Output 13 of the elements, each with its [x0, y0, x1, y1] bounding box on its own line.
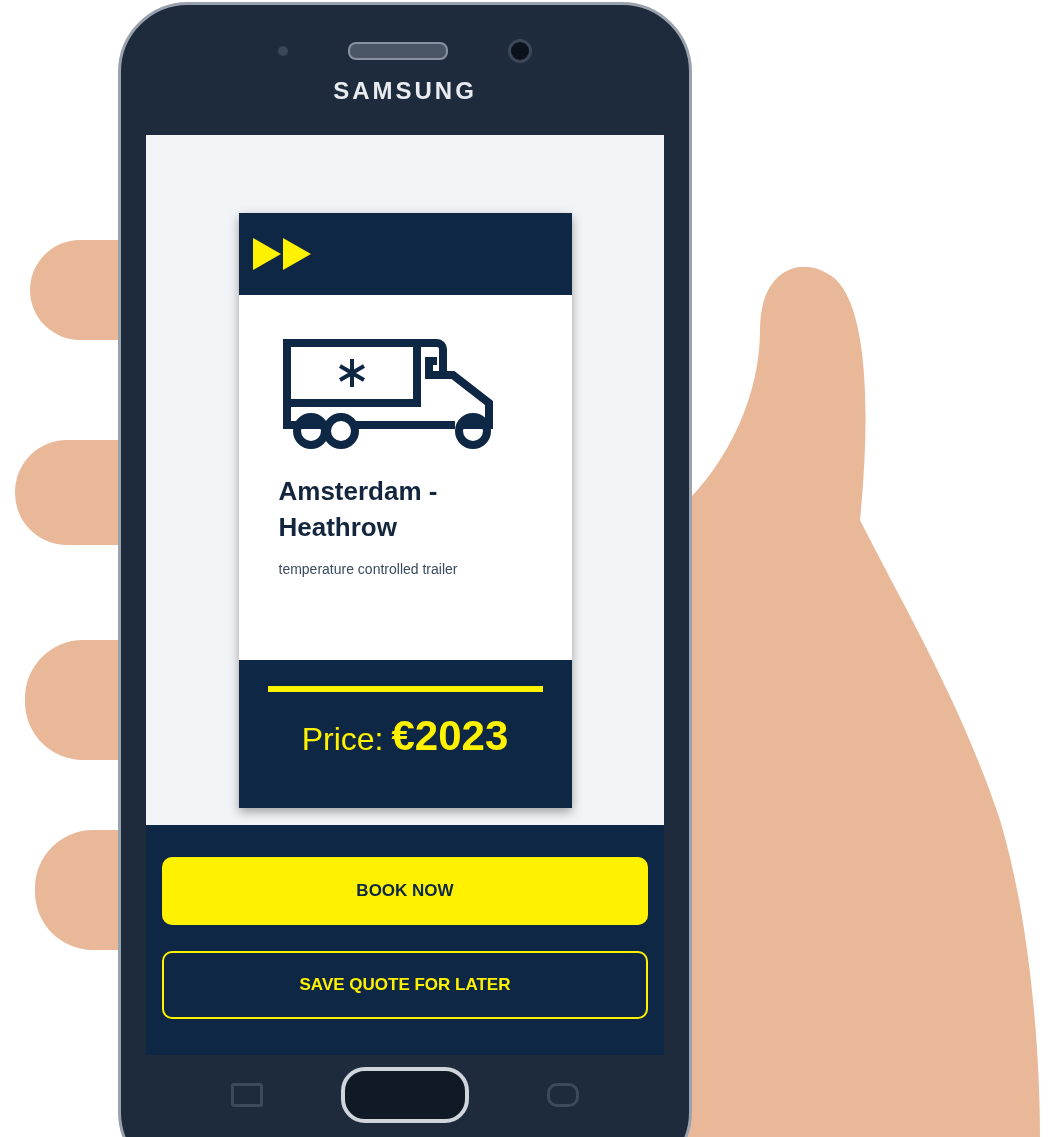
price-value: €2023: [391, 712, 509, 760]
trailer-description: temperature controlled trailer: [278, 560, 459, 579]
save-quote-button[interactable]: SAVE QUOTE FOR LATER: [162, 951, 648, 1019]
price-label: Price:: [301, 721, 384, 758]
camera-icon: [508, 39, 532, 63]
book-now-button[interactable]: BOOK NOW: [162, 857, 648, 925]
recent-apps-icon: [231, 1083, 263, 1107]
home-button[interactable]: [341, 1067, 469, 1123]
route-title: Amsterdam - Heathrow: [278, 475, 439, 544]
speaker-icon: [348, 42, 448, 60]
brand-logo: SAMSUNG: [333, 77, 477, 105]
sensor-icon: [278, 46, 288, 56]
fast-forward-icon: [252, 238, 313, 270]
